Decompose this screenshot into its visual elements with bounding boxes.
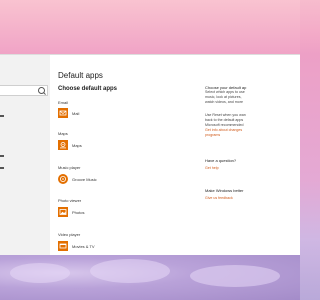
music-app-name: Groove Music	[72, 177, 97, 182]
help-panel-reset: Use Reset when you wan back to the defau…	[205, 113, 300, 138]
groove-music-icon	[58, 174, 68, 184]
maps-app-name: Maps	[72, 143, 82, 148]
feedback-section: Make Windows better Give us feedback	[205, 188, 300, 201]
category-label-email: Email	[58, 100, 69, 105]
section-subtitle: Choose default apps	[58, 86, 118, 92]
desktop-wallpaper-top	[0, 0, 300, 55]
mail-icon	[58, 108, 68, 118]
maps-app-button[interactable]: Maps	[58, 140, 138, 151]
desktop-wallpaper-clouds	[0, 255, 300, 300]
video-app-button[interactable]: Movies & TV	[58, 241, 138, 252]
video-app-name: Movies & TV	[72, 244, 95, 249]
category-label-music: Music player	[58, 165, 81, 170]
question-section: Have a question? Get help	[205, 158, 300, 171]
photos-app-name: Photos	[72, 210, 85, 215]
email-app-button[interactable]: Mail	[58, 108, 138, 119]
page-title: Default apps	[58, 71, 103, 80]
question-heading: Have a question?	[205, 158, 237, 163]
help-panel-text: watch videos, and more	[205, 100, 243, 104]
music-app-button[interactable]: Groove Music	[58, 174, 138, 185]
cloud-shape	[90, 259, 170, 283]
photos-app-button[interactable]: Photos	[58, 207, 138, 218]
search-input[interactable]	[0, 85, 48, 96]
feedback-heading: Make Windows better	[205, 188, 244, 193]
settings-window: Default apps Choose default apps Email M…	[0, 54, 300, 255]
category-label-video: Video player	[58, 232, 81, 237]
photos-icon	[58, 207, 68, 217]
give-feedback-link[interactable]: Give us feedback	[205, 196, 300, 201]
sidebar-item[interactable]	[0, 155, 4, 157]
movies-tv-icon	[58, 241, 68, 251]
get-help-link[interactable]: Get help	[205, 166, 300, 171]
email-app-name: Mail	[72, 111, 80, 116]
cloud-shape	[10, 263, 70, 283]
category-label-maps: Maps	[58, 131, 68, 136]
maps-icon	[58, 140, 68, 150]
settings-sidebar	[0, 55, 50, 255]
info-link-continued[interactable]: programs	[205, 133, 300, 138]
category-label-photos: Photo viewer	[58, 198, 82, 203]
cloud-shape	[190, 265, 280, 287]
help-panel: Choose your default ap Select which apps…	[205, 85, 300, 105]
search-icon[interactable]	[38, 87, 45, 94]
sidebar-item[interactable]	[0, 167, 4, 169]
sidebar-item[interactable]	[0, 115, 4, 117]
